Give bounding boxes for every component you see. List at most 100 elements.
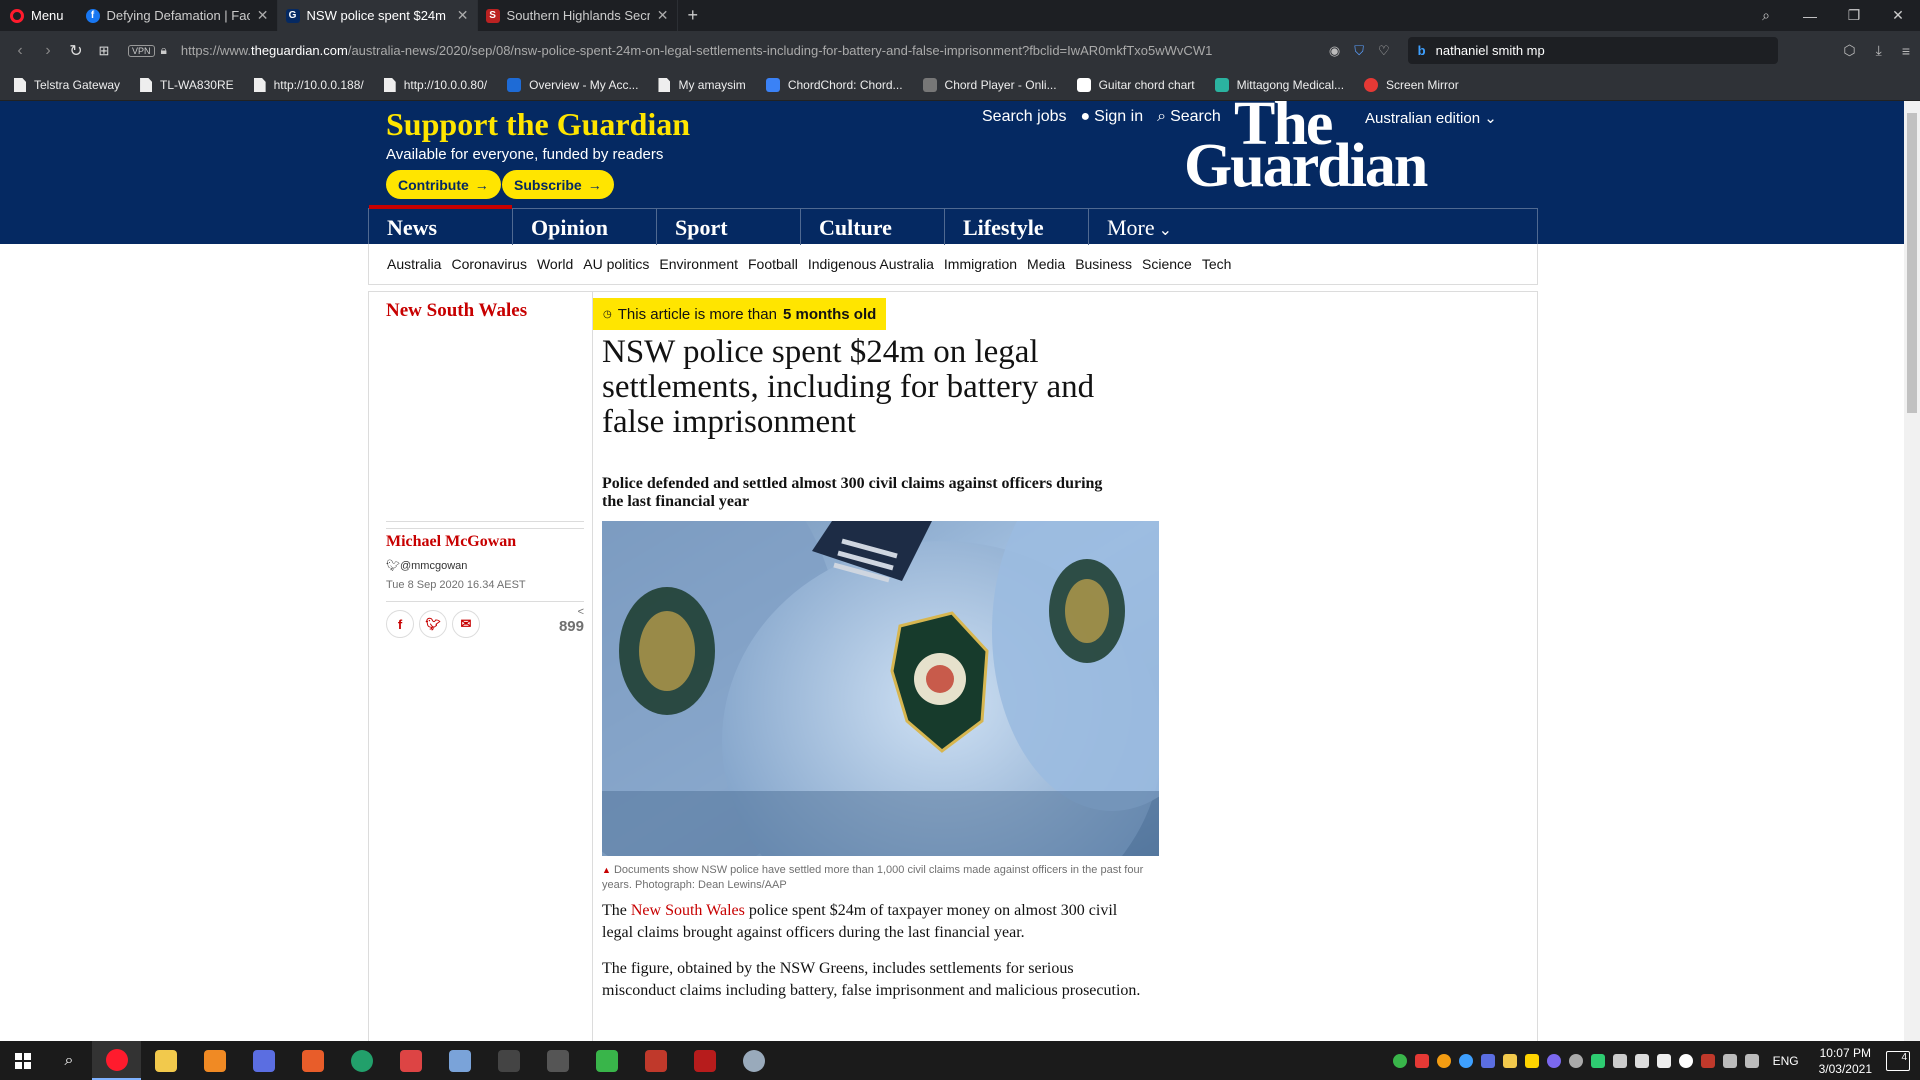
taskbar-opera[interactable]: [92, 1041, 141, 1080]
download-icon[interactable]: ⤓: [1876, 42, 1882, 59]
reload-icon[interactable]: ↻: [62, 41, 90, 61]
browser-menu-button[interactable]: Menu: [0, 0, 78, 31]
clock[interactable]: 10:07 PM 3/03/2021: [1819, 1045, 1872, 1077]
taskbar-app[interactable]: [435, 1041, 484, 1080]
search-jobs-link[interactable]: Search jobs: [982, 108, 1067, 126]
pillar-opinion[interactable]: Opinion: [513, 209, 657, 245]
speed-dial-icon[interactable]: ⊞: [90, 43, 118, 59]
pillar-news[interactable]: News: [369, 205, 513, 245]
easy-setup-icon[interactable]: ≡: [1902, 43, 1910, 59]
subnav-link[interactable]: Indigenous Australia: [808, 256, 934, 272]
subnav-link[interactable]: Tech: [1202, 256, 1232, 272]
contribute-button[interactable]: Contribute →: [386, 170, 501, 199]
close-tab-icon[interactable]: ✕: [657, 7, 669, 24]
page-scrollbar[interactable]: [1904, 101, 1920, 1041]
bookmark-item[interactable]: Mittagong Medical...: [1214, 78, 1344, 92]
heart-icon[interactable]: ♡: [1378, 43, 1390, 59]
tab-southern-highlands[interactable]: S Southern Highlands Secret ✕: [478, 0, 678, 31]
subnav-link[interactable]: Environment: [659, 256, 738, 272]
twitter-handle[interactable]: 🐦︎@mmcgowan: [386, 559, 467, 572]
usb-icon[interactable]: [1634, 1053, 1649, 1068]
settings-tray-icon[interactable]: [1568, 1053, 1583, 1068]
subnav-link[interactable]: Media: [1027, 256, 1065, 272]
language-indicator[interactable]: ENG: [1773, 1054, 1799, 1068]
subnav-link[interactable]: AU politics: [583, 256, 649, 272]
snapshot-icon[interactable]: ◉: [1329, 43, 1340, 59]
tray-icon[interactable]: [1524, 1053, 1539, 1068]
subnav-link[interactable]: Australia: [387, 256, 441, 272]
taskbar-app[interactable]: [337, 1041, 386, 1080]
pillar-sport[interactable]: Sport: [657, 209, 801, 245]
section-label[interactable]: New South Wales: [386, 300, 527, 322]
taskbar-search-icon[interactable]: ⌕: [46, 1052, 92, 1070]
lock-icon[interactable]: 🔒︎: [161, 43, 167, 58]
microphone-icon[interactable]: [1612, 1053, 1627, 1068]
close-window-icon[interactable]: ✕: [1876, 7, 1920, 24]
vpn-badge[interactable]: VPN: [128, 44, 155, 57]
close-tab-icon[interactable]: ✕: [257, 7, 269, 24]
subnav-link[interactable]: Immigration: [944, 256, 1017, 272]
back-icon[interactable]: ‹: [6, 42, 34, 60]
author-link[interactable]: Michael McGowan: [386, 533, 516, 551]
bookmark-item[interactable]: TL-WA830RE: [140, 78, 234, 92]
minimize-icon[interactable]: —: [1788, 8, 1832, 24]
sign-in-link[interactable]: ● Sign in: [1081, 108, 1144, 126]
notification-center-icon[interactable]: 4: [1886, 1050, 1910, 1071]
hero-image[interactable]: [602, 521, 1159, 856]
forward-icon[interactable]: ›: [34, 42, 62, 60]
subnav-link[interactable]: World: [537, 256, 573, 272]
shield-icon[interactable]: ⛉: [1354, 43, 1364, 59]
bookmark-item[interactable]: Screen Mirror: [1364, 78, 1459, 92]
tab-search-icon[interactable]: ⌕: [1744, 7, 1788, 24]
start-button[interactable]: [0, 1052, 46, 1069]
volume-icon[interactable]: [1744, 1053, 1759, 1068]
subscribe-button[interactable]: Subscribe →: [502, 170, 614, 199]
bookmark-item[interactable]: http://10.0.0.188/: [253, 78, 364, 92]
tray-icon[interactable]: [1392, 1053, 1407, 1068]
subnav-link[interactable]: Business: [1075, 256, 1132, 272]
tray-icon[interactable]: [1590, 1053, 1605, 1068]
bookmark-item[interactable]: Guitar chord chart: [1076, 78, 1195, 92]
tray-icon[interactable]: [1436, 1053, 1451, 1068]
taskbar-explorer[interactable]: [141, 1041, 190, 1080]
edition-selector[interactable]: Australian edition ⌄: [1365, 109, 1497, 127]
taskbar-voicemeeter[interactable]: [631, 1041, 680, 1080]
tray-icon[interactable]: [1414, 1053, 1429, 1068]
bookmark-item[interactable]: Chord Player - Onli...: [922, 78, 1057, 92]
extensions-icon[interactable]: ⬡: [1843, 42, 1855, 59]
subnav-link[interactable]: Football: [748, 256, 798, 272]
twitter-share-icon[interactable]: 🐦︎: [419, 610, 447, 638]
tray-icon[interactable]: [1480, 1053, 1495, 1068]
taskbar-app[interactable]: [239, 1041, 288, 1080]
search-field[interactable]: b nathaniel smith mp: [1407, 37, 1778, 64]
new-south-wales-link[interactable]: New South Wales: [631, 902, 745, 919]
restore-icon[interactable]: ❐: [1832, 7, 1876, 24]
tray-icon[interactable]: [1458, 1053, 1473, 1068]
bookmark-item[interactable]: http://10.0.0.80/: [383, 78, 487, 92]
tab-guardian-active[interactable]: G NSW police spent $24m on legal settlem…: [277, 0, 478, 31]
network-icon[interactable]: [1722, 1053, 1737, 1068]
tray-icon[interactable]: [1656, 1053, 1671, 1068]
email-share-icon[interactable]: ✉: [452, 610, 480, 638]
tab-facebook[interactable]: f Defying Defamation | Facebook ✕: [78, 0, 278, 31]
tray-icon[interactable]: [1678, 1053, 1693, 1068]
close-tab-icon[interactable]: ✕: [457, 7, 469, 24]
bookmark-item[interactable]: ChordChord: Chord...: [765, 78, 903, 92]
subnav-link[interactable]: Science: [1142, 256, 1192, 272]
pillar-more[interactable]: More ⌄: [1089, 209, 1233, 245]
bookmark-item[interactable]: Overview - My Acc...: [507, 78, 638, 92]
scroll-thumb[interactable]: [1907, 113, 1917, 413]
url-field[interactable]: https://www.theguardian.com/australia-ne…: [181, 43, 1321, 58]
pillar-culture[interactable]: Culture: [801, 209, 945, 245]
taskbar-app[interactable]: [729, 1041, 778, 1080]
taskbar-app[interactable]: [680, 1041, 729, 1080]
facebook-share-icon[interactable]: f: [386, 610, 414, 638]
taskbar-app[interactable]: [288, 1041, 337, 1080]
taskbar-app[interactable]: [582, 1041, 631, 1080]
subnav-link[interactable]: Coronavirus: [451, 256, 526, 272]
taskbar-app[interactable]: [533, 1041, 582, 1080]
tray-icon[interactable]: [1546, 1053, 1561, 1068]
pillar-lifestyle[interactable]: Lifestyle: [945, 209, 1089, 245]
bookmark-item[interactable]: Telstra Gateway: [14, 78, 120, 92]
new-tab-button[interactable]: +: [678, 5, 709, 26]
